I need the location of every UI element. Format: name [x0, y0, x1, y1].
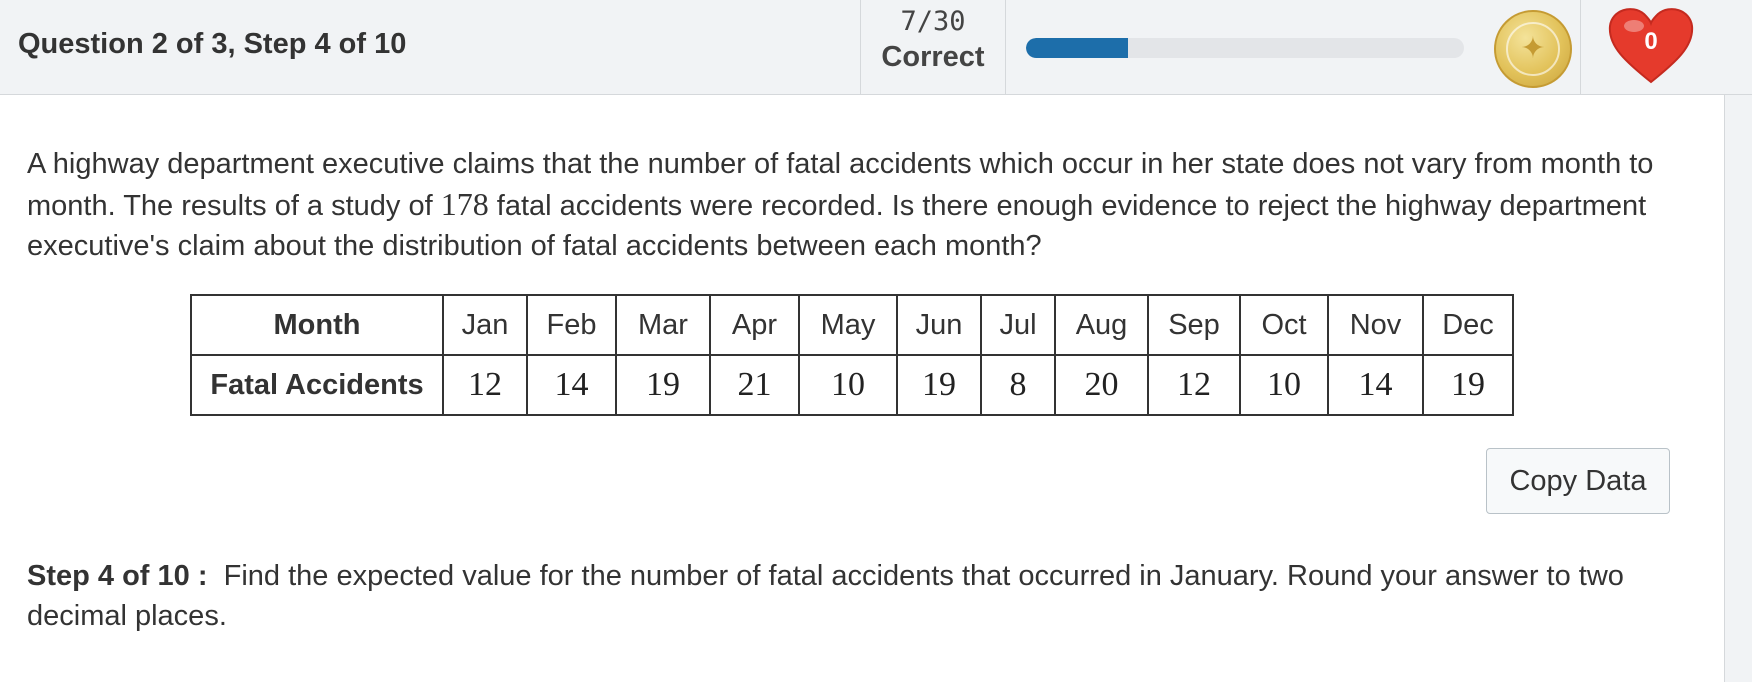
- month-cell: Feb: [526, 294, 617, 356]
- top-bar: Question 2 of 3, Step 4 of 10 7/30 Corre…: [0, 0, 1752, 95]
- copy-data-button[interactable]: Copy Data: [1486, 448, 1670, 514]
- month-cell: Oct: [1239, 294, 1329, 356]
- month-cell: May: [798, 294, 898, 356]
- month-cell: Jun: [896, 294, 982, 356]
- progress-bar-fill: [1026, 38, 1129, 58]
- month-cell: Aug: [1054, 294, 1149, 356]
- value-cell: 12: [442, 354, 528, 416]
- value-cell: 12: [1147, 354, 1241, 416]
- value-cell: 19: [1422, 354, 1514, 416]
- value-cell: 19: [615, 354, 711, 416]
- problem-text: A highway department executive claims th…: [27, 144, 1707, 266]
- month-cell: Jan: [442, 294, 528, 356]
- month-cell: Dec: [1422, 294, 1514, 356]
- step-label: Step 4 of 10 :: [27, 560, 208, 592]
- value-cell: 10: [798, 354, 898, 416]
- month-cell: Sep: [1147, 294, 1241, 356]
- heart-icon[interactable]: 0: [1606, 2, 1696, 86]
- value-cell: 20: [1054, 354, 1149, 416]
- row-header-fatal-accidents: Fatal Accidents: [190, 354, 444, 416]
- hearts-count: 0: [1644, 28, 1658, 55]
- month-cell: Apr: [709, 294, 800, 356]
- table-row-month: Month Jan Feb Mar Apr May Jun Jul Aug Se…: [190, 294, 1514, 356]
- problem-number: 178: [440, 186, 489, 222]
- eagle-icon: ✦: [1506, 22, 1560, 76]
- row-header-month: Month: [190, 294, 444, 356]
- score-fraction: 7/30: [900, 6, 966, 37]
- coin-icon[interactable]: ✦: [1494, 10, 1572, 88]
- value-cell: 14: [1327, 354, 1424, 416]
- score-panel: 7/30 Correct: [860, 0, 1006, 94]
- scrollbar[interactable]: [1724, 95, 1752, 682]
- step-text: Find the expected value for the number o…: [27, 560, 1624, 632]
- month-cell: Jul: [980, 294, 1056, 356]
- month-cell: Mar: [615, 294, 711, 356]
- value-cell: 14: [526, 354, 617, 416]
- value-cell: 10: [1239, 354, 1329, 416]
- problem-statement: A highway department executive claims th…: [27, 144, 1707, 266]
- step-instructions: Step 4 of 10 : Find the expected value f…: [27, 556, 1707, 636]
- data-table: Month Jan Feb Mar Apr May Jun Jul Aug Se…: [190, 294, 1514, 416]
- value-cell: 8: [980, 354, 1056, 416]
- month-cell: Nov: [1327, 294, 1424, 356]
- question-title: Question 2 of 3, Step 4 of 10: [18, 28, 407, 60]
- header-divider: [1580, 0, 1581, 94]
- progress-bar: [1026, 38, 1464, 58]
- score-label: Correct: [881, 41, 985, 73]
- value-cell: 19: [896, 354, 982, 416]
- table-row-fatal-accidents: Fatal Accidents 12 14 19 21 10 19 8 20 1…: [190, 354, 1514, 416]
- value-cell: 21: [709, 354, 800, 416]
